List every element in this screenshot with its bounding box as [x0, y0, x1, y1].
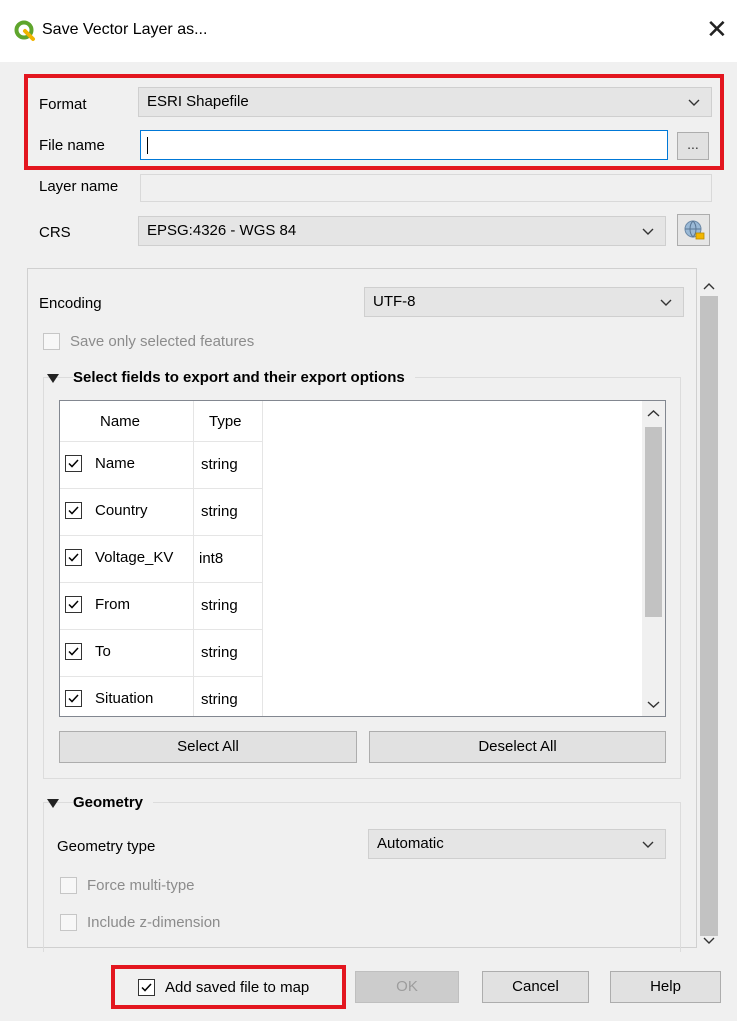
field-name: To [95, 643, 111, 660]
field-type: int8 [199, 550, 224, 567]
force-multi-label: Force multi-type [87, 877, 195, 894]
format-select[interactable]: ESRI Shapefile [138, 87, 712, 117]
force-multi-checkbox[interactable] [60, 877, 77, 894]
title-bar: Save Vector Layer as... ✕ [0, 0, 737, 62]
file-name-label: File name [39, 137, 105, 154]
field-checkbox[interactable] [65, 643, 82, 660]
column-header-name[interactable]: Name [100, 413, 140, 430]
collapse-triangle-icon[interactable] [47, 374, 59, 384]
layer-name-input [140, 174, 712, 202]
text-caret [147, 137, 148, 154]
save-selected-checkbox[interactable] [43, 333, 60, 350]
geometry-type-value: Automatic [377, 835, 444, 852]
field-name: Country [95, 502, 148, 519]
field-type: string [201, 503, 238, 520]
encoding-value: UTF-8 [373, 293, 416, 310]
field-type: string [201, 456, 238, 473]
scroll-thumb[interactable] [700, 296, 718, 936]
field-type: string [201, 597, 238, 614]
chevron-down-icon [688, 99, 700, 106]
field-checkbox[interactable] [65, 502, 82, 519]
qgis-app-icon [14, 20, 35, 41]
scroll-up-icon[interactable] [697, 278, 721, 294]
close-icon[interactable]: ✕ [706, 14, 728, 44]
chevron-down-icon [642, 841, 654, 848]
help-button[interactable]: Help [610, 971, 721, 1003]
window-title: Save Vector Layer as... [42, 21, 208, 38]
include-z-label: Include z-dimension [87, 914, 221, 931]
format-value: ESRI Shapefile [147, 93, 249, 110]
add-to-map-label[interactable]: Add saved file to map [165, 979, 309, 996]
crs-value: EPSG:4326 - WGS 84 [147, 222, 297, 239]
select-all-button[interactable]: Select All [59, 731, 357, 763]
scroll-down-icon[interactable] [642, 697, 665, 713]
deselect-all-button[interactable]: Deselect All [369, 731, 666, 763]
field-name: Situation [95, 690, 154, 707]
field-checkbox[interactable] [65, 455, 82, 472]
field-name: Voltage_KV [95, 549, 174, 566]
layer-name-label: Layer name [39, 178, 119, 195]
field-checkbox[interactable] [65, 690, 82, 707]
chevron-down-icon [660, 299, 672, 306]
scroll-down-icon[interactable] [697, 933, 721, 949]
include-z-checkbox[interactable] [60, 914, 77, 931]
crs-label: CRS [39, 224, 71, 241]
browse-button[interactable]: ... [677, 132, 709, 160]
options-scrollbar[interactable] [697, 268, 721, 948]
globe-crs-icon [684, 220, 704, 240]
add-to-map-checkbox[interactable] [138, 979, 155, 996]
geometry-group-title[interactable]: Geometry [73, 794, 154, 811]
field-checkbox[interactable] [65, 596, 82, 613]
field-type: string [201, 691, 238, 708]
collapse-triangle-icon[interactable] [47, 799, 59, 809]
fields-group-title[interactable]: Select fields to export and their export… [73, 369, 415, 386]
geometry-type-label: Geometry type [57, 838, 156, 855]
table-scrollbar[interactable] [642, 401, 665, 716]
encoding-label: Encoding [39, 295, 102, 312]
save-selected-label: Save only selected features [70, 333, 255, 350]
scroll-up-icon[interactable] [642, 405, 665, 421]
crs-selector-button[interactable] [677, 214, 710, 246]
crs-select[interactable]: EPSG:4326 - WGS 84 [138, 216, 666, 246]
format-label: Format [39, 96, 87, 113]
chevron-down-icon [642, 228, 654, 235]
cancel-button[interactable]: Cancel [482, 971, 589, 1003]
file-name-input[interactable] [140, 130, 668, 160]
field-type: string [201, 644, 238, 661]
field-checkbox[interactable] [65, 549, 82, 566]
field-name: Name [95, 455, 136, 472]
geometry-type-select[interactable]: Automatic [368, 829, 666, 859]
field-name: From [95, 596, 130, 613]
encoding-select[interactable]: UTF-8 [364, 287, 684, 317]
fields-table[interactable]: Name Type Name string Country string Vol… [59, 400, 666, 717]
ok-button[interactable]: OK [355, 971, 459, 1003]
column-header-type[interactable]: Type [209, 413, 242, 430]
checkmark-icon [141, 983, 152, 992]
scroll-thumb[interactable] [645, 427, 662, 617]
